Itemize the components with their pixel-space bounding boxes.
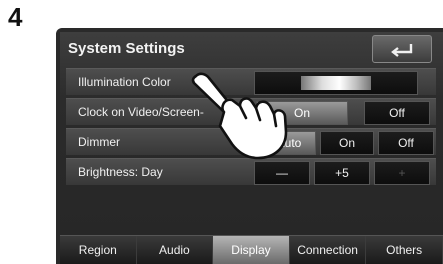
tab-bar: Region Audio Display Connection Others [60, 235, 443, 264]
tab-audio[interactable]: Audio [137, 236, 214, 264]
brightness-minus-button[interactable]: — [254, 161, 310, 185]
dimmer-on-button[interactable]: On [320, 131, 374, 155]
row-brightness-day: Brightness: Day — +5 + [66, 158, 436, 185]
pointing-hand-icon [191, 72, 288, 160]
tab-others[interactable]: Others [366, 236, 443, 264]
dimmer-label: Dimmer [78, 135, 120, 149]
dimmer-off-button[interactable]: Off [378, 131, 434, 155]
page-title: System Settings [68, 40, 185, 57]
brightness-day-label: Brightness: Day [78, 165, 163, 179]
back-arrow-icon [391, 44, 413, 57]
illumination-color-label[interactable]: Illumination Color [78, 75, 171, 89]
brightness-value: +5 [314, 161, 370, 185]
brightness-plus-button[interactable]: + [374, 161, 430, 185]
tab-connection[interactable]: Connection [290, 236, 367, 264]
back-button[interactable] [372, 35, 432, 63]
tab-region[interactable]: Region [60, 236, 137, 264]
tab-display[interactable]: Display [213, 236, 290, 264]
clock-off-button[interactable]: Off [364, 101, 430, 125]
color-swatch [301, 76, 371, 90]
step-number: 4 [8, 2, 23, 32]
